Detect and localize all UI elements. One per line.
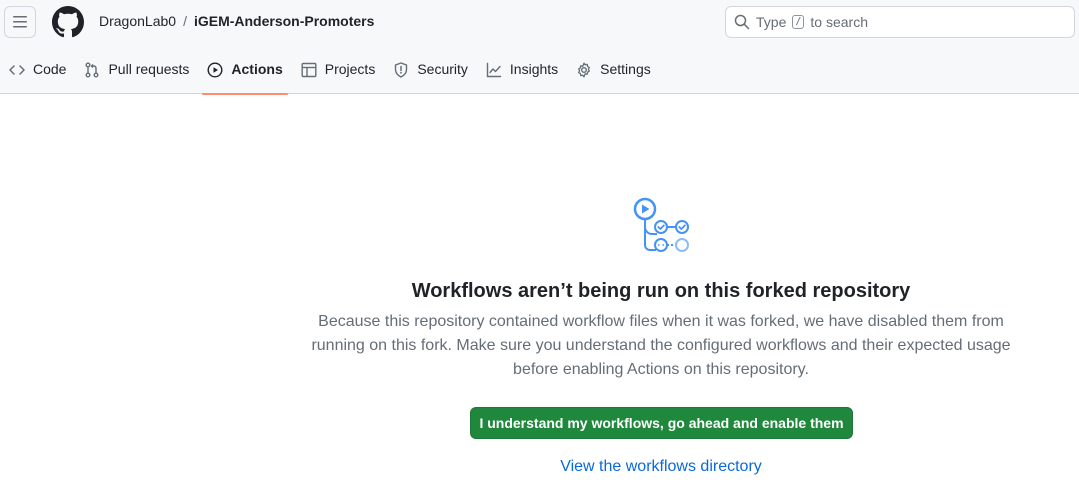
repo-link[interactable]: iGEM-Anderson-Promoters <box>194 13 374 29</box>
tab-label: Security <box>417 61 468 77</box>
search-placeholder-prefix: Type <box>756 14 787 30</box>
tab-settings[interactable]: Settings <box>567 50 660 94</box>
shield-icon <box>395 62 408 78</box>
tab-label: Actions <box>231 61 283 77</box>
github-logo-icon[interactable] <box>52 6 84 38</box>
tab-pull-requests[interactable]: Pull requests <box>75 50 198 94</box>
code-icon <box>9 65 25 75</box>
tab-security[interactable]: Security <box>384 50 477 94</box>
breadcrumb: DragonLab0 / iGEM-Anderson-Promoters <box>99 13 374 29</box>
repo-nav-tabs: Code Pull requests Actions Projects Secu… <box>0 50 660 95</box>
tab-label: Projects <box>324 61 376 77</box>
tab-insights[interactable]: Insights <box>477 50 567 94</box>
pull-request-icon <box>85 62 99 78</box>
tab-label: Code <box>33 61 67 77</box>
gear-icon <box>578 62 591 78</box>
tab-label: Settings <box>600 61 651 77</box>
play-icon <box>207 62 223 78</box>
breadcrumb-separator: / <box>183 13 187 29</box>
blankslate-description: Because this repository contained workfl… <box>311 313 1011 378</box>
search-input[interactable]: Type / to search <box>725 6 1075 38</box>
view-workflows-directory-link[interactable]: View the workflows directory <box>0 458 1079 476</box>
tab-projects[interactable]: Projects <box>292 50 385 94</box>
search-shortcut-key: / <box>792 15 805 29</box>
search-placeholder-suffix: to search <box>810 14 868 30</box>
enable-workflows-button[interactable]: I understand my workflows, go ahead and … <box>470 407 853 439</box>
graph-icon <box>486 62 502 78</box>
actions-disabled-blankslate: Workflows aren’t being run on this forke… <box>0 95 1079 482</box>
tab-code[interactable]: Code <box>0 50 75 94</box>
tab-label: Insights <box>509 61 559 77</box>
table-icon <box>301 62 317 78</box>
tab-actions[interactable]: Actions <box>198 50 291 95</box>
workflow-illustration-icon <box>633 197 689 252</box>
hamburger-icon <box>13 16 27 28</box>
repo-header: DragonLab0 / iGEM-Anderson-Promoters Typ… <box>0 0 1079 95</box>
owner-link[interactable]: DragonLab0 <box>99 13 176 29</box>
hamburger-menu-button[interactable] <box>4 6 36 38</box>
tab-label: Pull requests <box>108 61 190 77</box>
search-icon <box>734 14 750 30</box>
blankslate-heading: Workflows aren’t being run on this forke… <box>411 280 911 302</box>
